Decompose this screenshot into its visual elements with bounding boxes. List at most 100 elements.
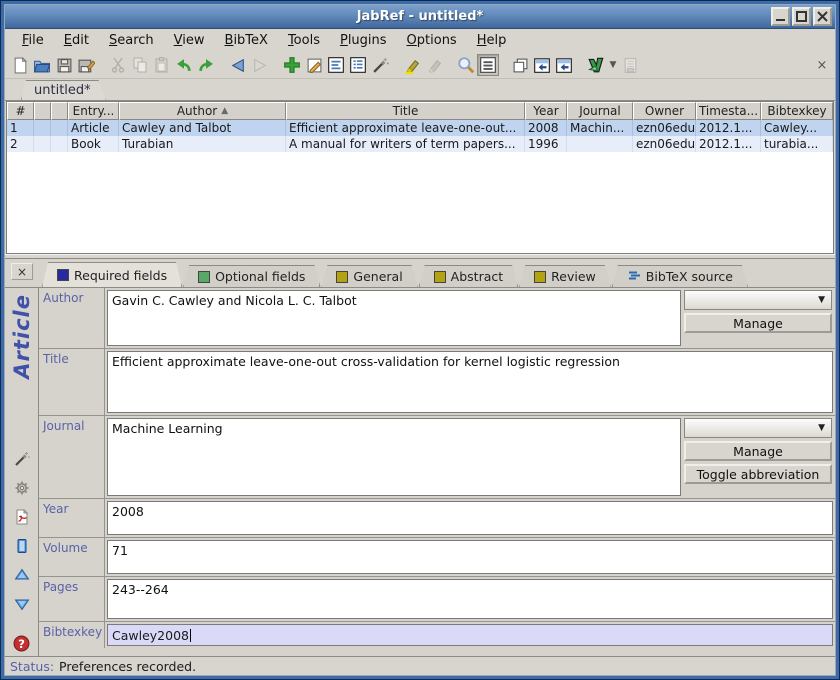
volume-field[interactable]: 71 xyxy=(107,540,833,574)
fetch-menu-icon[interactable] xyxy=(585,54,607,76)
column-header-journal[interactable]: Journal xyxy=(567,102,633,120)
open-file-icon[interactable] xyxy=(13,537,31,555)
menu-help[interactable]: Help xyxy=(468,31,516,50)
minimize-button[interactable] xyxy=(771,7,790,26)
window-title: JabRef - untitled* xyxy=(5,9,835,24)
cut-icon[interactable] xyxy=(107,54,129,76)
move-down-icon[interactable] xyxy=(13,595,31,613)
edit-strings-icon[interactable] xyxy=(325,54,347,76)
menu-edit[interactable]: Edit xyxy=(55,31,98,50)
editor-close-button[interactable]: × xyxy=(11,263,33,280)
menu-tools[interactable]: Tools xyxy=(279,31,329,50)
column-header-icon1[interactable] xyxy=(34,102,51,120)
unmark-entries-icon[interactable] xyxy=(423,54,445,76)
gear-icon[interactable] xyxy=(13,479,31,497)
author-field[interactable]: Gavin C. Cawley and Nicola L. C. Talbot xyxy=(107,290,681,346)
titlebar[interactable]: JabRef - untitled* xyxy=(5,5,835,29)
column-header-entrytype[interactable]: Entry... xyxy=(68,102,119,120)
toolbar-close-icon[interactable]: × xyxy=(813,58,831,73)
redo-icon[interactable] xyxy=(195,54,217,76)
menu-view[interactable]: View xyxy=(165,31,214,50)
chevron-down-icon: ▼ xyxy=(818,423,825,433)
tab-bibtex-source[interactable]: BibTeX source xyxy=(612,265,748,287)
tab-required-fields[interactable]: Required fields xyxy=(42,262,182,287)
column-header-year[interactable]: Year xyxy=(525,102,567,120)
journal-manage-button[interactable]: Manage xyxy=(684,441,832,461)
author-manage-button[interactable]: Manage xyxy=(684,313,832,333)
tab-review[interactable]: Review xyxy=(519,265,611,287)
back-icon[interactable] xyxy=(227,54,249,76)
column-header-author[interactable]: Author▲ xyxy=(119,102,286,120)
push-to-application-2-icon[interactable] xyxy=(553,54,575,76)
search-icon[interactable] xyxy=(455,54,477,76)
column-header-owner[interactable]: Owner xyxy=(633,102,696,120)
column-header-icon2[interactable] xyxy=(51,102,68,120)
table-row-2[interactable]: 2 Book Turabian A manual for writers of … xyxy=(7,136,833,152)
print-preview-icon[interactable] xyxy=(619,54,641,76)
cell-entrytype: Article xyxy=(68,120,119,136)
author-dropdown[interactable]: ▼ xyxy=(684,290,832,310)
review-icon xyxy=(534,271,546,283)
toggle-groups-icon[interactable] xyxy=(477,54,499,76)
open-new-window-icon[interactable] xyxy=(509,54,531,76)
menu-search[interactable]: Search xyxy=(100,31,163,50)
year-row: Year 2008 xyxy=(39,499,835,538)
title-field[interactable]: Efficient approximate leave-one-out cros… xyxy=(107,351,833,413)
pdf-icon[interactable] xyxy=(13,508,31,526)
file-tab-untitled[interactable]: untitled* xyxy=(21,80,106,100)
tab-general[interactable]: General xyxy=(321,265,417,287)
file-tab-strip: untitled* xyxy=(5,79,835,101)
help-icon[interactable]: ? xyxy=(13,634,31,652)
mark-entries-icon[interactable] xyxy=(401,54,423,76)
move-up-icon[interactable] xyxy=(13,566,31,584)
statusbar: Status: Preferences recorded. xyxy=(5,656,835,675)
pages-row: Pages 243--264 xyxy=(39,577,835,622)
bibtexkey-field[interactable]: Cawley2008 xyxy=(107,624,833,646)
cleanup-wand-icon[interactable] xyxy=(369,54,391,76)
column-header-timestamp[interactable]: Timesta... xyxy=(696,102,761,120)
paste-icon[interactable] xyxy=(151,54,173,76)
menu-bibtex[interactable]: BibTeX xyxy=(216,31,277,50)
new-database-icon[interactable] xyxy=(9,54,31,76)
copy-icon[interactable] xyxy=(129,54,151,76)
close-button[interactable] xyxy=(813,7,832,26)
tab-optional-fields[interactable]: Optional fields xyxy=(183,265,320,287)
cell-journal xyxy=(567,136,633,152)
menu-file[interactable]: File xyxy=(13,31,53,50)
undo-icon[interactable] xyxy=(173,54,195,76)
cleanup-wand-icon[interactable] xyxy=(13,450,31,468)
journal-dropdown[interactable]: ▼ xyxy=(684,418,832,438)
table-row-1-selected[interactable]: 1 Article Cawley and Talbot Efficient ap… xyxy=(7,120,833,136)
cell-journal: Machin... xyxy=(567,120,633,136)
edit-entry-icon[interactable] xyxy=(303,54,325,76)
push-to-application-icon[interactable] xyxy=(531,54,553,76)
required-fields-icon xyxy=(57,269,69,281)
sort-ascending-icon: ▲ xyxy=(221,106,228,116)
cell-owner: ezn06edu xyxy=(633,120,696,136)
save-database-icon[interactable] xyxy=(53,54,75,76)
title-row: Title Efficient approximate leave-one-ou… xyxy=(39,349,835,416)
menu-plugins[interactable]: Plugins xyxy=(331,31,396,50)
optional-fields-icon xyxy=(198,271,210,283)
edit-preamble-icon[interactable] xyxy=(347,54,369,76)
minimize-icon xyxy=(775,11,786,22)
journal-field[interactable]: Machine Learning xyxy=(107,418,681,496)
pages-field[interactable]: 243--264 xyxy=(107,579,833,619)
menu-options[interactable]: Options xyxy=(398,31,466,50)
column-header-title[interactable]: Title xyxy=(286,102,525,120)
save-as-icon[interactable] xyxy=(75,54,97,76)
year-field[interactable]: 2008 xyxy=(107,501,833,535)
column-header-number[interactable]: # xyxy=(7,102,34,120)
forward-icon[interactable] xyxy=(249,54,271,76)
maximize-button[interactable] xyxy=(792,7,811,26)
open-database-icon[interactable] xyxy=(31,54,53,76)
title-label: Title xyxy=(39,349,105,415)
toggle-abbreviation-button[interactable]: Toggle abbreviation xyxy=(684,464,832,484)
new-entry-icon[interactable] xyxy=(281,54,303,76)
fetch-menu-caret-icon[interactable]: ▼ xyxy=(607,60,619,70)
column-header-bibtexkey[interactable]: Bibtexkey xyxy=(761,102,833,120)
tab-abstract[interactable]: Abstract xyxy=(419,265,518,287)
tab-label: BibTeX source xyxy=(646,269,733,284)
journal-label: Journal xyxy=(39,416,105,498)
abstract-icon xyxy=(434,271,446,283)
